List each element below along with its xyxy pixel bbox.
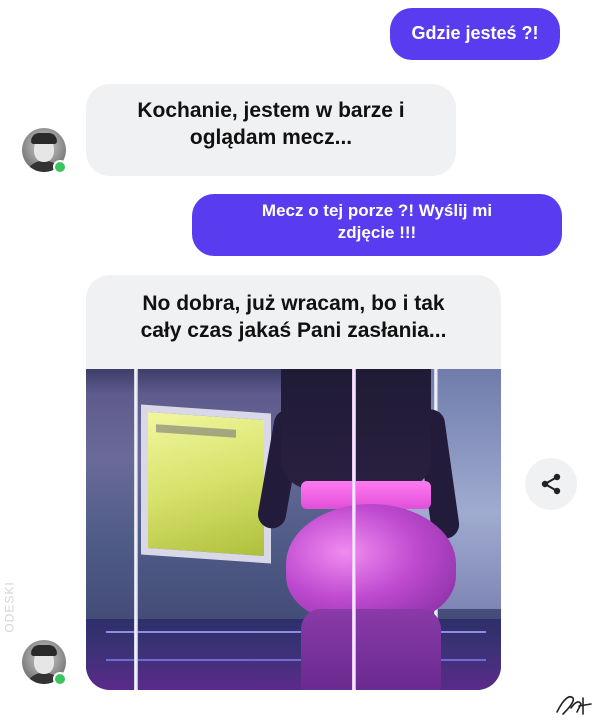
dancer-figure: [281, 369, 431, 489]
signature-mark: [553, 690, 597, 718]
outgoing-message-bubble[interactable]: Mecz o tej porze ?! Wyślij mi zdjęcie !!…: [192, 194, 562, 256]
message-text-line: Mecz o tej porze ?! Wyślij mi: [261, 201, 493, 220]
watermark: ODESKI: [2, 581, 17, 633]
online-status-dot: [53, 160, 67, 174]
message-text-line: No dobra, już wracam, bo i tak: [142, 292, 445, 315]
photo-caption: No dobra, już wracam, bo i tak cały czas…: [86, 275, 501, 369]
outgoing-message-bubble[interactable]: Gdzie jesteś ?!: [390, 8, 560, 60]
online-status-dot: [53, 672, 67, 686]
message-text-line: zdjęcie !!!: [337, 222, 417, 242]
message-text-line: oglądam mecz...: [189, 125, 353, 149]
message-text-line: Kochanie, jestem w barze i: [137, 99, 405, 122]
pole: [352, 369, 356, 690]
message-text-line: cały czas jakaś Pani zasłania...: [140, 318, 447, 342]
message-text: Gdzie jesteś ?!: [411, 23, 539, 43]
incoming-photo-message[interactable]: No dobra, już wracam, bo i tak cały czas…: [86, 275, 501, 690]
chat-thread: Gdzie jesteś ?! Kochanie, jestem w barze…: [0, 0, 602, 720]
pole: [134, 369, 138, 690]
attached-photo[interactable]: [86, 369, 501, 690]
share-button[interactable]: [525, 458, 577, 510]
incoming-message-bubble[interactable]: Kochanie, jestem w barze i oglądam mecz.…: [86, 84, 456, 176]
